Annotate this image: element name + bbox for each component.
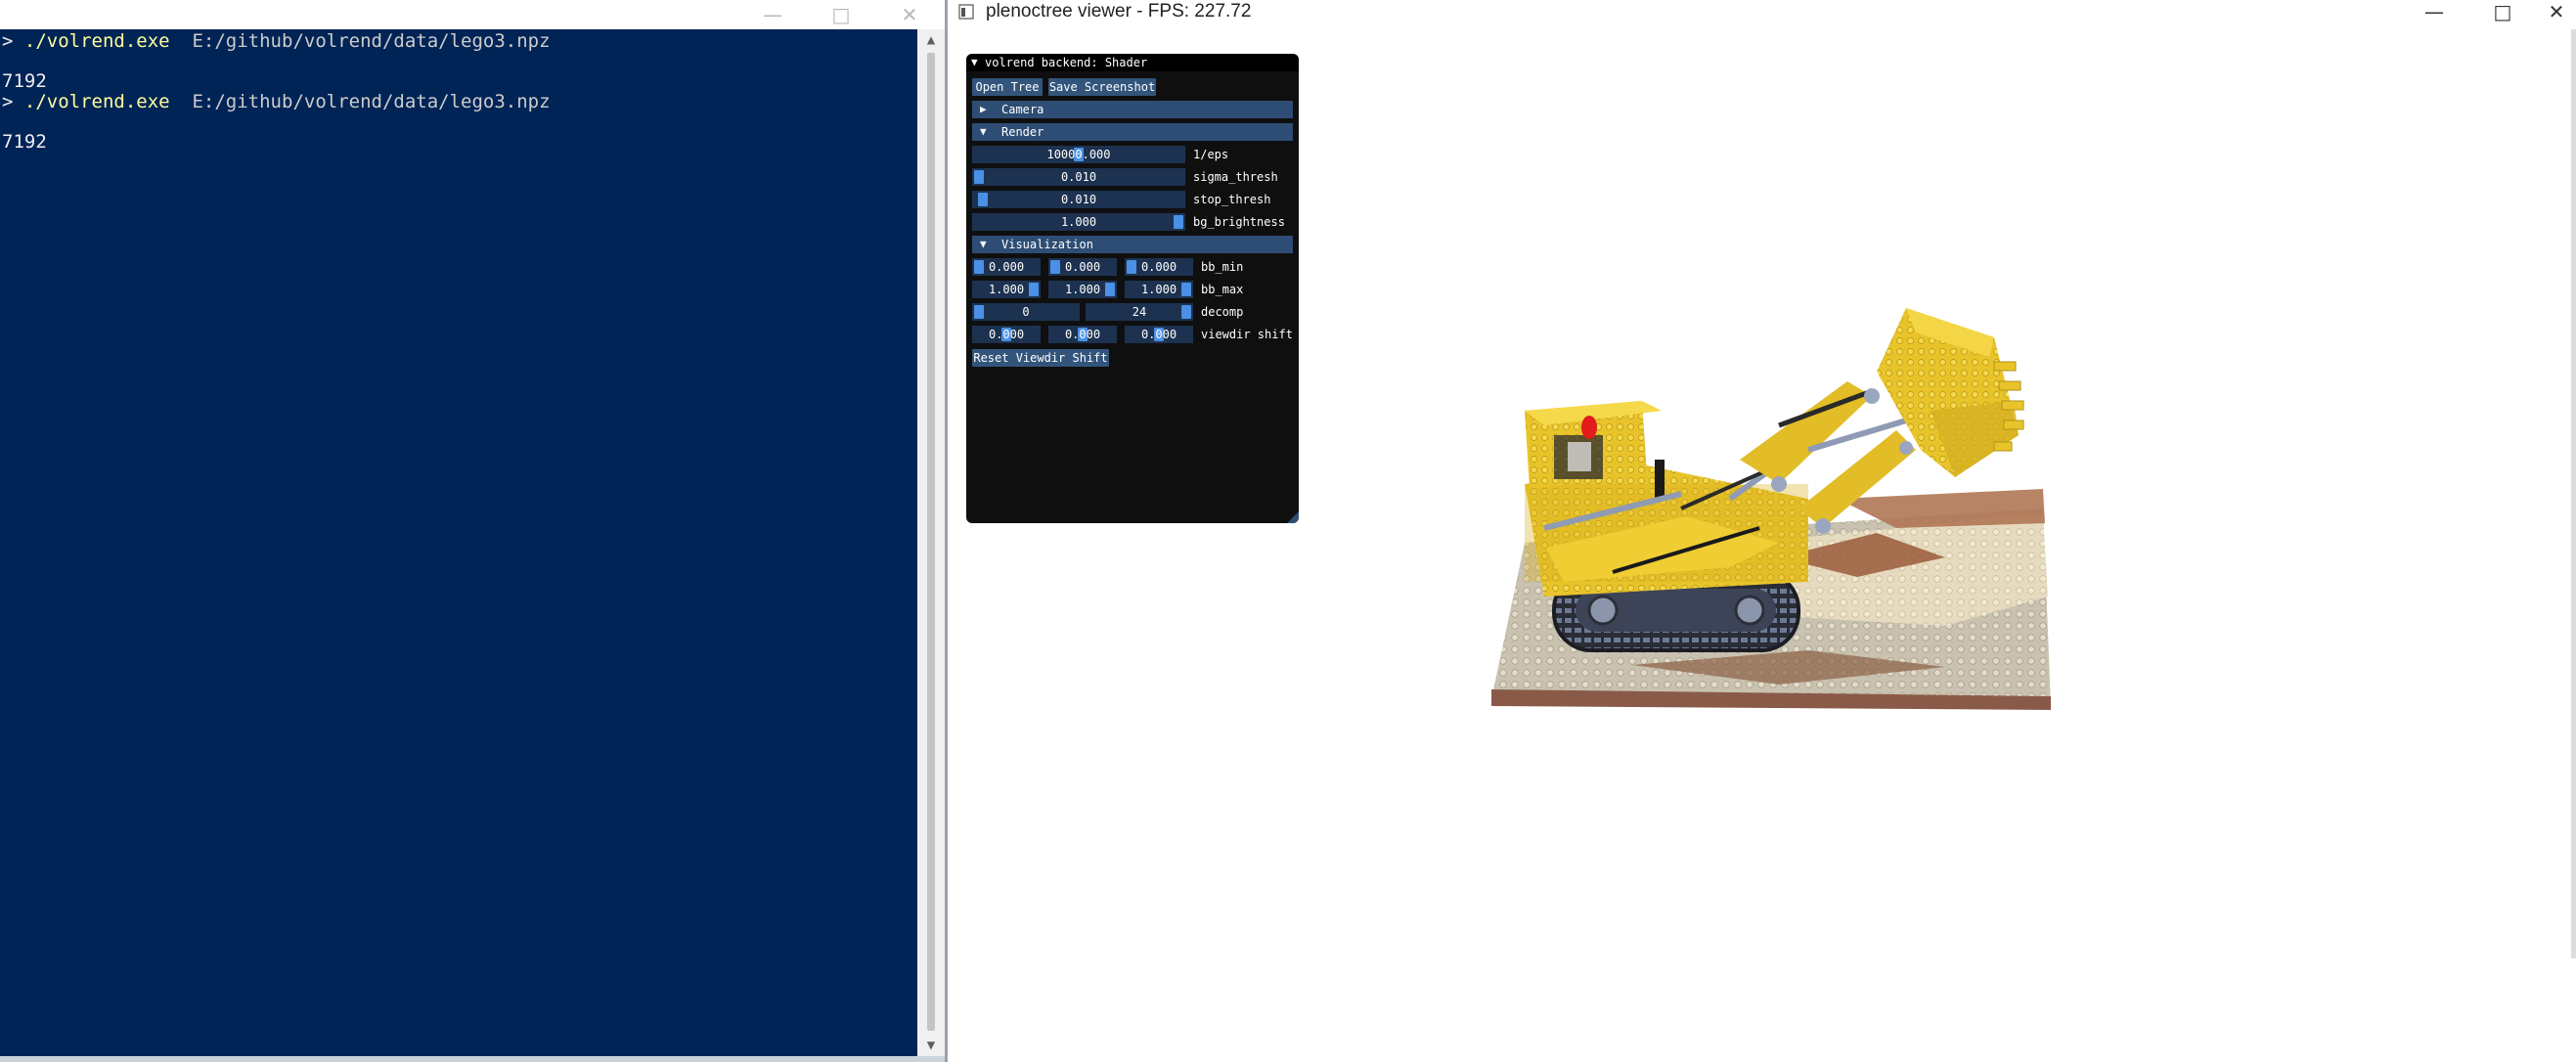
app-window-icon bbox=[958, 4, 974, 20]
visualization-header[interactable]: ▼ Visualization bbox=[972, 236, 1293, 253]
scroll-down-arrow-icon[interactable]: ▼ bbox=[917, 1035, 945, 1056]
minimize-icon[interactable]: — bbox=[2400, 0, 2468, 23]
viewdir-shift-z-slider[interactable]: 0.000 bbox=[1125, 326, 1193, 343]
bb-max-y-slider[interactable]: 1.000 bbox=[1048, 281, 1117, 298]
bb-min-z-slider[interactable]: 0.000 bbox=[1125, 258, 1193, 276]
collapse-arrow-icon[interactable]: ▼ bbox=[971, 56, 978, 68]
panel-titlebar[interactable]: ▼ volrend backend: Shader bbox=[966, 54, 1299, 71]
terminal-scrollbar[interactable]: ▲ ▼ bbox=[917, 29, 945, 1056]
maximize-icon[interactable]: □ bbox=[812, 0, 870, 29]
terminal-command-line: > ./volrend.exe E:/github/volrend/data/l… bbox=[2, 91, 551, 112]
terminal-window[interactable]: — □ ✕ > ./volrend.exe E:/github/volrend/… bbox=[0, 0, 945, 1062]
terminal-output-line: 7192 bbox=[2, 131, 47, 153]
terminal-command-line: > ./volrend.exe E:/github/volrend/data/l… bbox=[2, 30, 551, 52]
panel-title: volrend backend: Shader bbox=[985, 56, 1148, 69]
viewdir-shift-label: viewdir shift bbox=[1201, 328, 1293, 341]
sigma-thresh-slider[interactable]: 0.010 bbox=[972, 168, 1185, 186]
close-icon[interactable]: ✕ bbox=[2537, 0, 2576, 23]
stop-thresh-slider[interactable]: 0.010 bbox=[972, 191, 1185, 208]
imgui-panel[interactable]: ▼ volrend backend: Shader Open Tree Save… bbox=[966, 54, 1299, 523]
decomp-label: decomp bbox=[1201, 305, 1244, 319]
camera-header[interactable]: ▶ Camera bbox=[972, 101, 1293, 118]
eps-slider[interactable]: 10000.000 bbox=[972, 146, 1185, 163]
eps-label: 1/eps bbox=[1193, 148, 1229, 161]
terminal-titlebar[interactable]: — □ ✕ bbox=[0, 0, 945, 29]
reset-viewdir-shift-button[interactable]: Reset Viewdir Shift bbox=[972, 349, 1109, 367]
viewdir-shift-y-slider[interactable]: 0.000 bbox=[1048, 326, 1117, 343]
decomp-begin-slider[interactable]: 0 bbox=[972, 303, 1080, 321]
bg-brightness-slider[interactable]: 1.000 bbox=[972, 213, 1185, 231]
collapse-arrow-icon: ▼ bbox=[980, 238, 987, 250]
resize-grip-icon[interactable] bbox=[1287, 511, 1299, 523]
expand-arrow-icon: ▶ bbox=[980, 103, 987, 115]
viewdir-shift-x-slider[interactable]: 0.000 bbox=[972, 326, 1041, 343]
scroll-up-arrow-icon[interactable]: ▲ bbox=[917, 29, 945, 51]
bb-min-label: bb_min bbox=[1201, 260, 1244, 274]
window-title: plenoctree viewer - FPS: 227.72 bbox=[986, 1, 1252, 22]
save-screenshot-button[interactable]: Save Screenshot bbox=[1048, 78, 1156, 96]
rendered-scene[interactable] bbox=[1486, 303, 2072, 724]
bb-max-z-slider[interactable]: 1.000 bbox=[1125, 281, 1193, 298]
bb-min-x-slider[interactable]: 0.000 bbox=[972, 258, 1041, 276]
open-tree-button[interactable]: Open Tree bbox=[972, 78, 1043, 96]
bb-min-y-slider[interactable]: 0.000 bbox=[1048, 258, 1117, 276]
collapse-arrow-icon: ▼ bbox=[980, 125, 987, 138]
window-edge bbox=[2571, 29, 2576, 958]
terminal-output[interactable]: > ./volrend.exe E:/github/volrend/data/l… bbox=[0, 29, 917, 1056]
render-header[interactable]: ▼ Render bbox=[972, 123, 1293, 141]
sigma-thresh-label: sigma_thresh bbox=[1193, 170, 1278, 184]
close-icon[interactable]: ✕ bbox=[880, 0, 939, 29]
bb-max-label: bb_max bbox=[1201, 283, 1244, 296]
bb-max-x-slider[interactable]: 1.000 bbox=[972, 281, 1041, 298]
decomp-end-slider[interactable]: 24 bbox=[1086, 303, 1193, 321]
bg-brightness-label: bg_brightness bbox=[1193, 215, 1285, 229]
stop-thresh-label: stop_thresh bbox=[1193, 193, 1271, 206]
terminal-bottom-edge bbox=[0, 1056, 945, 1062]
scroll-thumb[interactable] bbox=[927, 53, 935, 1031]
viewer-titlebar[interactable]: plenoctree viewer - FPS: 227.72 — □ ✕ bbox=[948, 0, 2576, 23]
maximize-icon[interactable]: □ bbox=[2468, 0, 2537, 23]
viewer-window[interactable]: plenoctree viewer - FPS: 227.72 — □ ✕ ▼ … bbox=[948, 0, 2576, 1062]
minimize-icon[interactable]: — bbox=[743, 0, 802, 29]
